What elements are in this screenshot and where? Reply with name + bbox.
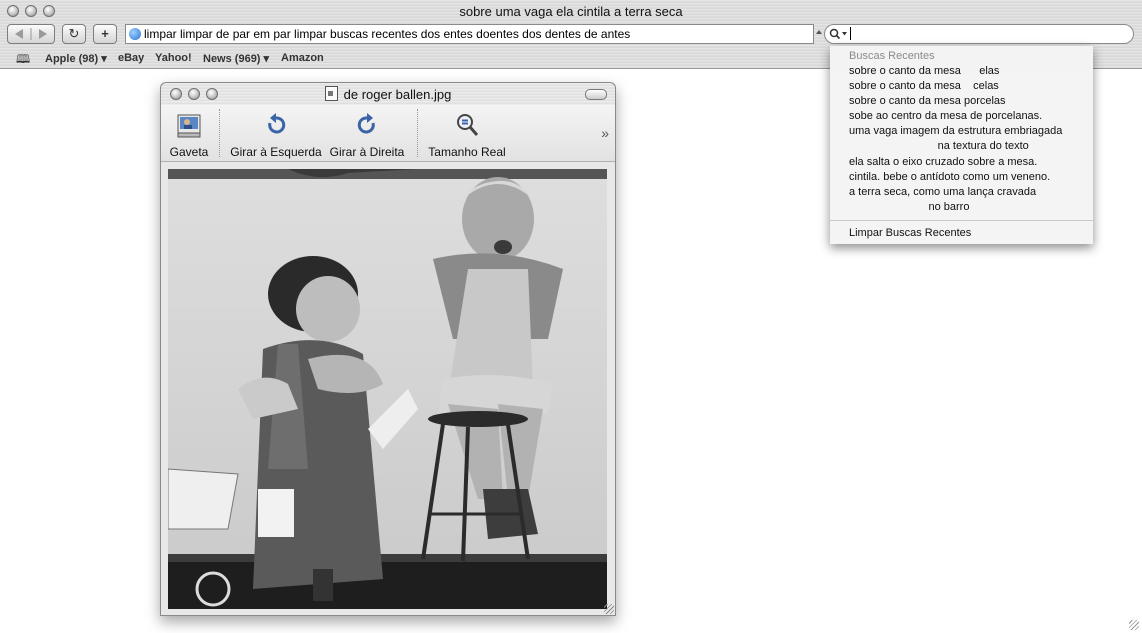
recent-search-item[interactable]: sobre o canto da mesa porcelas	[849, 95, 1006, 107]
recent-search-item[interactable]: uma vaga imagem da estrutura embriagada	[849, 125, 1062, 137]
bookmarks-book-icon[interactable]: 🕮	[16, 50, 30, 71]
bookmark-news[interactable]: News (969) ▾	[203, 52, 269, 65]
bookmark-yahoo[interactable]: Yahoo!	[155, 52, 192, 64]
recent-searches-menu: Buscas Recentes sobre o canto da mesa el…	[830, 46, 1093, 244]
drawer-icon	[177, 114, 201, 138]
image-window-resize-handle[interactable]	[604, 604, 614, 614]
bookmark-amazon[interactable]: Amazon	[281, 52, 324, 64]
clear-recent-searches-item[interactable]: Limpar Buscas Recentes	[849, 227, 971, 239]
back-arrow-icon	[15, 28, 47, 40]
recent-search-item[interactable]: cintila. bebe o antídoto como um veneno.	[849, 171, 1050, 183]
search-icon[interactable]	[829, 28, 849, 40]
toolbar-separator	[417, 109, 418, 157]
recent-search-item[interactable]: sobre o canto da mesa elas	[849, 65, 999, 77]
photo	[168, 169, 607, 609]
rotate-right-icon	[357, 113, 375, 134]
add-bookmark-button[interactable]: +	[93, 24, 117, 44]
actual-size-label: Tamanho Real	[428, 145, 506, 159]
menu-separator	[830, 220, 1093, 221]
drawer-label: Gaveta	[169, 145, 209, 159]
magnifier-icon	[457, 114, 479, 136]
browser-resize-handle[interactable]	[1129, 620, 1139, 630]
drawer-button[interactable]: Gaveta	[165, 105, 213, 161]
image-file-icon	[324, 86, 338, 101]
image-toolbar: Gaveta Girar à Esquerda Girar à Direita	[161, 105, 615, 162]
image-window-title: de roger ballen.jpg	[343, 87, 452, 102]
back-forward-buttons[interactable]	[7, 24, 55, 44]
toolbar-overflow-icon[interactable]: »	[601, 125, 609, 141]
globe-icon	[129, 28, 141, 40]
toolbar-separator	[219, 109, 220, 157]
photo-children-illustration	[168, 169, 607, 609]
search-field[interactable]	[824, 24, 1134, 44]
reload-button[interactable]: ↻	[62, 24, 86, 44]
url-text: limpar limpar de par em par limpar busca…	[144, 27, 631, 41]
recent-search-item[interactable]: sobe ao centro da mesa de porcelanas.	[849, 110, 1042, 122]
bookmark-apple[interactable]: Apple (98) ▾	[45, 52, 107, 65]
image-window-titlebar[interactable]: de roger ballen.jpg	[161, 83, 615, 105]
actual-size-button[interactable]: Tamanho Real	[427, 105, 507, 161]
rotate-left-button[interactable]: Girar à Esquerda	[229, 105, 323, 161]
recent-searches-header: Buscas Recentes	[849, 50, 935, 62]
title-bar: sobre uma vaga ela cintila a terra seca	[0, 0, 1142, 22]
recent-search-item[interactable]: a terra seca, como uma lança cravada	[849, 186, 1036, 198]
bookmark-ebay[interactable]: eBay	[118, 52, 144, 64]
text-cursor	[850, 27, 851, 40]
rotate-right-button[interactable]: Girar à Direita	[327, 105, 407, 161]
recent-search-item[interactable]: na textura do texto	[849, 140, 1029, 152]
image-window: de roger ballen.jpg Gaveta Girar à Esque…	[160, 82, 616, 616]
rotate-left-label: Girar à Esquerda	[230, 145, 322, 159]
address-bar[interactable]: limpar limpar de par em par limpar busca…	[125, 24, 814, 44]
toolbar-toggle-button[interactable]	[585, 89, 607, 100]
recent-search-item[interactable]: sobre o canto da mesa celas	[849, 80, 999, 92]
window-title: sobre uma vaga ela cintila a terra seca	[459, 4, 683, 19]
rotate-right-label: Girar à Direita	[329, 145, 405, 159]
snapback-icon[interactable]	[815, 29, 823, 39]
recent-search-item[interactable]: ela salta o eixo cruzado sobre a mesa.	[849, 156, 1037, 168]
recent-search-item[interactable]: no barro	[849, 201, 969, 213]
rotate-left-icon	[268, 113, 286, 134]
